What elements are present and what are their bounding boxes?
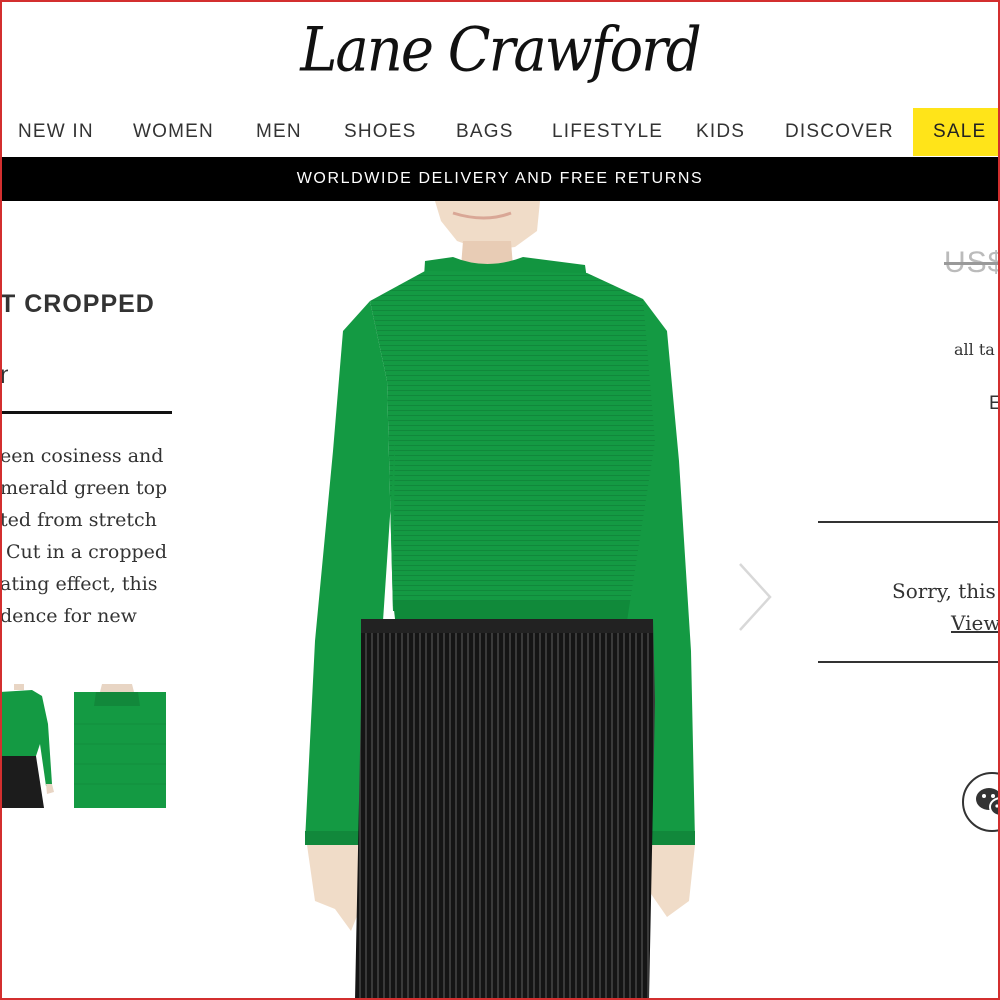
product-thumbnail[interactable] xyxy=(74,684,166,808)
next-image-button[interactable] xyxy=(728,562,778,632)
main-nav: NEW IN WOMEN MEN SHOES BAGS LIFESTYLE KI… xyxy=(0,108,1000,156)
size-label-fragment: E xyxy=(989,393,1000,414)
view-similar-link[interactable]: View xyxy=(951,611,1000,635)
tax-note: all ta xyxy=(954,340,995,359)
description-line: ted from stretch xyxy=(0,509,157,531)
nav-sale[interactable]: SALE xyxy=(913,108,1000,156)
description-line: dence for new xyxy=(0,605,137,627)
product-description: een cosiness and merald green top ted fr… xyxy=(0,440,175,632)
nav-discover[interactable]: DISCOVER xyxy=(785,108,894,156)
nav-men[interactable]: MEN xyxy=(256,108,302,156)
nav-lifestyle[interactable]: LIFESTYLE xyxy=(552,108,663,156)
brand-wordmark: Lane Crawford xyxy=(300,14,702,86)
nav-new-in[interactable]: NEW IN xyxy=(18,108,94,156)
availability-message: Sorry, this xyxy=(892,579,996,603)
wechat-share-button[interactable] xyxy=(962,772,1000,832)
nav-bags[interactable]: BAGS xyxy=(456,108,514,156)
product-thumbnail[interactable] xyxy=(0,684,55,808)
nav-shoes[interactable]: SHOES xyxy=(344,108,417,156)
divider xyxy=(818,661,1000,663)
description-line: een cosiness and xyxy=(0,445,164,467)
nav-kids[interactable]: KIDS xyxy=(696,108,745,156)
product-subtitle-fragment: n xyxy=(0,364,8,386)
nav-women[interactable]: WOMEN xyxy=(133,108,214,156)
description-line: merald green top xyxy=(0,477,168,499)
description-line: Cut in a cropped xyxy=(6,541,168,563)
product-main-image[interactable] xyxy=(275,201,735,1000)
promo-banner[interactable]: WORLDWIDE DELIVERY AND FREE RETURNS xyxy=(0,157,1000,201)
wechat-icon xyxy=(976,788,1000,817)
description-line: ating effect, this xyxy=(0,573,158,595)
brand-logo[interactable]: Lane Crawford xyxy=(0,0,1000,100)
divider xyxy=(818,521,1000,523)
chevron-right-icon xyxy=(739,563,772,631)
original-price: US$ xyxy=(944,246,1000,279)
active-tab-underline xyxy=(0,411,172,414)
product-title: T CROPPED xyxy=(0,290,155,318)
